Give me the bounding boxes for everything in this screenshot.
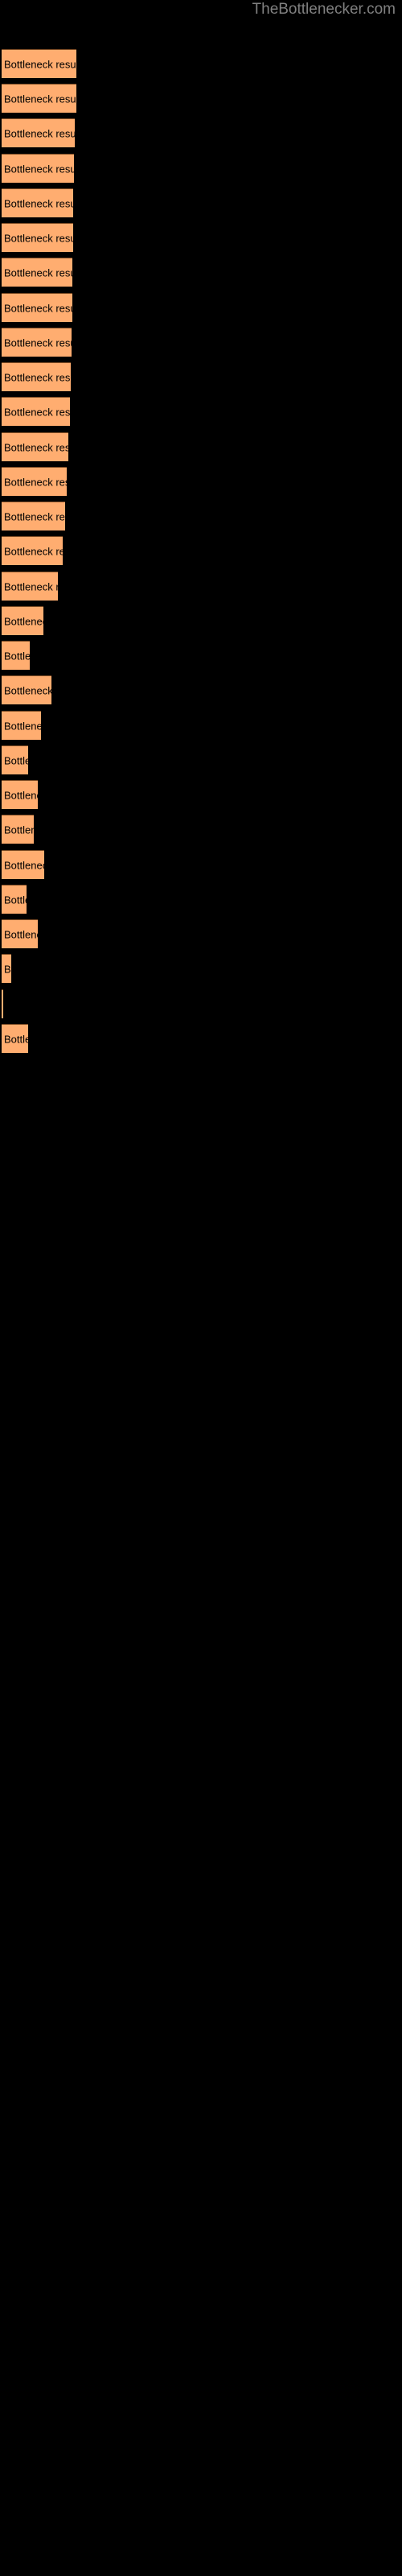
- bar-1: Bottleneck result: [2, 49, 76, 78]
- bar-20: Bottleneck result: [2, 711, 41, 740]
- bar-22: Bottleneck result: [2, 780, 38, 809]
- bar-label-22: Bottleneck result: [4, 789, 38, 801]
- bar-9: Bottleneck result: [2, 328, 72, 357]
- bar-label-24: Bottleneck result: [4, 859, 44, 871]
- bar-26: Bottleneck result: [2, 919, 38, 948]
- bar-12: Bottleneck result: [2, 432, 68, 461]
- bar-7: Bottleneck result: [2, 258, 72, 287]
- bar-label-12: Bottleneck result: [4, 441, 68, 453]
- bar-21: Bottleneck result: [2, 745, 28, 774]
- bar-11: Bottleneck result: [2, 397, 70, 426]
- bar-16: Bottleneck result: [2, 572, 58, 601]
- bar-13: Bottleneck result: [2, 467, 67, 496]
- bar-label-3: Bottleneck result: [4, 127, 75, 139]
- bar-15: Bottleneck result: [2, 536, 63, 565]
- bar-19: Bottleneck result: [2, 675, 51, 704]
- bar-label-21: Bottleneck result: [4, 754, 28, 766]
- bar-label-4: Bottleneck result: [4, 163, 74, 175]
- bar-label-27: Bottleneck result: [4, 963, 11, 975]
- bar-25: Bottleneck result: [2, 885, 27, 914]
- bar-label-29: Bottleneck result: [4, 1033, 28, 1045]
- bar-8: Bottleneck result: [2, 293, 72, 322]
- bar-label-7: Bottleneck result: [4, 266, 72, 279]
- bar-label-13: Bottleneck result: [4, 476, 67, 488]
- bar-18: Bottleneck result: [2, 641, 30, 670]
- bar-label-18: Bottleneck result: [4, 650, 30, 662]
- bar-10: Bottleneck result: [2, 362, 71, 391]
- bar-label-2: Bottleneck result: [4, 93, 76, 105]
- bar-5: Bottleneck result: [2, 188, 73, 217]
- bar-28: Bottleneck result: [2, 989, 3, 1018]
- bar-4: Bottleneck result: [2, 154, 74, 183]
- bar-29: Bottleneck result: [2, 1024, 28, 1053]
- bar-label-6: Bottleneck result: [4, 232, 73, 244]
- bar-label-20: Bottleneck result: [4, 720, 41, 732]
- bar-label-1: Bottleneck result: [4, 58, 76, 70]
- bar-14: Bottleneck result: [2, 502, 65, 530]
- bar-label-23: Bottleneck result: [4, 824, 34, 836]
- bar-label-17: Bottleneck result: [4, 615, 43, 627]
- bar-24: Bottleneck result: [2, 850, 44, 879]
- bar-label-5: Bottleneck result: [4, 197, 73, 209]
- bar-3: Bottleneck result: [2, 118, 75, 147]
- chart-page: TheBottlenecker.com Bottleneck result Bot…: [0, 0, 402, 2576]
- bar-label-15: Bottleneck result: [4, 545, 63, 557]
- bar-chart: Bottleneck result Bottleneck result Bottle…: [0, 0, 402, 2576]
- bar-label-14: Bottleneck result: [4, 510, 65, 522]
- bar-label-10: Bottleneck result: [4, 371, 71, 383]
- bar-label-16: Bottleneck result: [4, 580, 58, 592]
- bar-label-25: Bottleneck result: [4, 894, 27, 906]
- bar-27: Bottleneck result: [2, 954, 11, 983]
- bar-label-19: Bottleneck result: [4, 684, 51, 696]
- bar-2: Bottleneck result: [2, 84, 76, 113]
- bar-23: Bottleneck result: [2, 815, 34, 844]
- bar-label-8: Bottleneck result: [4, 302, 72, 314]
- bar-label-11: Bottleneck result: [4, 406, 70, 418]
- bar-17: Bottleneck result: [2, 606, 43, 635]
- bar-6: Bottleneck result: [2, 223, 73, 252]
- bar-label-26: Bottleneck result: [4, 928, 38, 940]
- bar-label-9: Bottleneck result: [4, 336, 72, 349]
